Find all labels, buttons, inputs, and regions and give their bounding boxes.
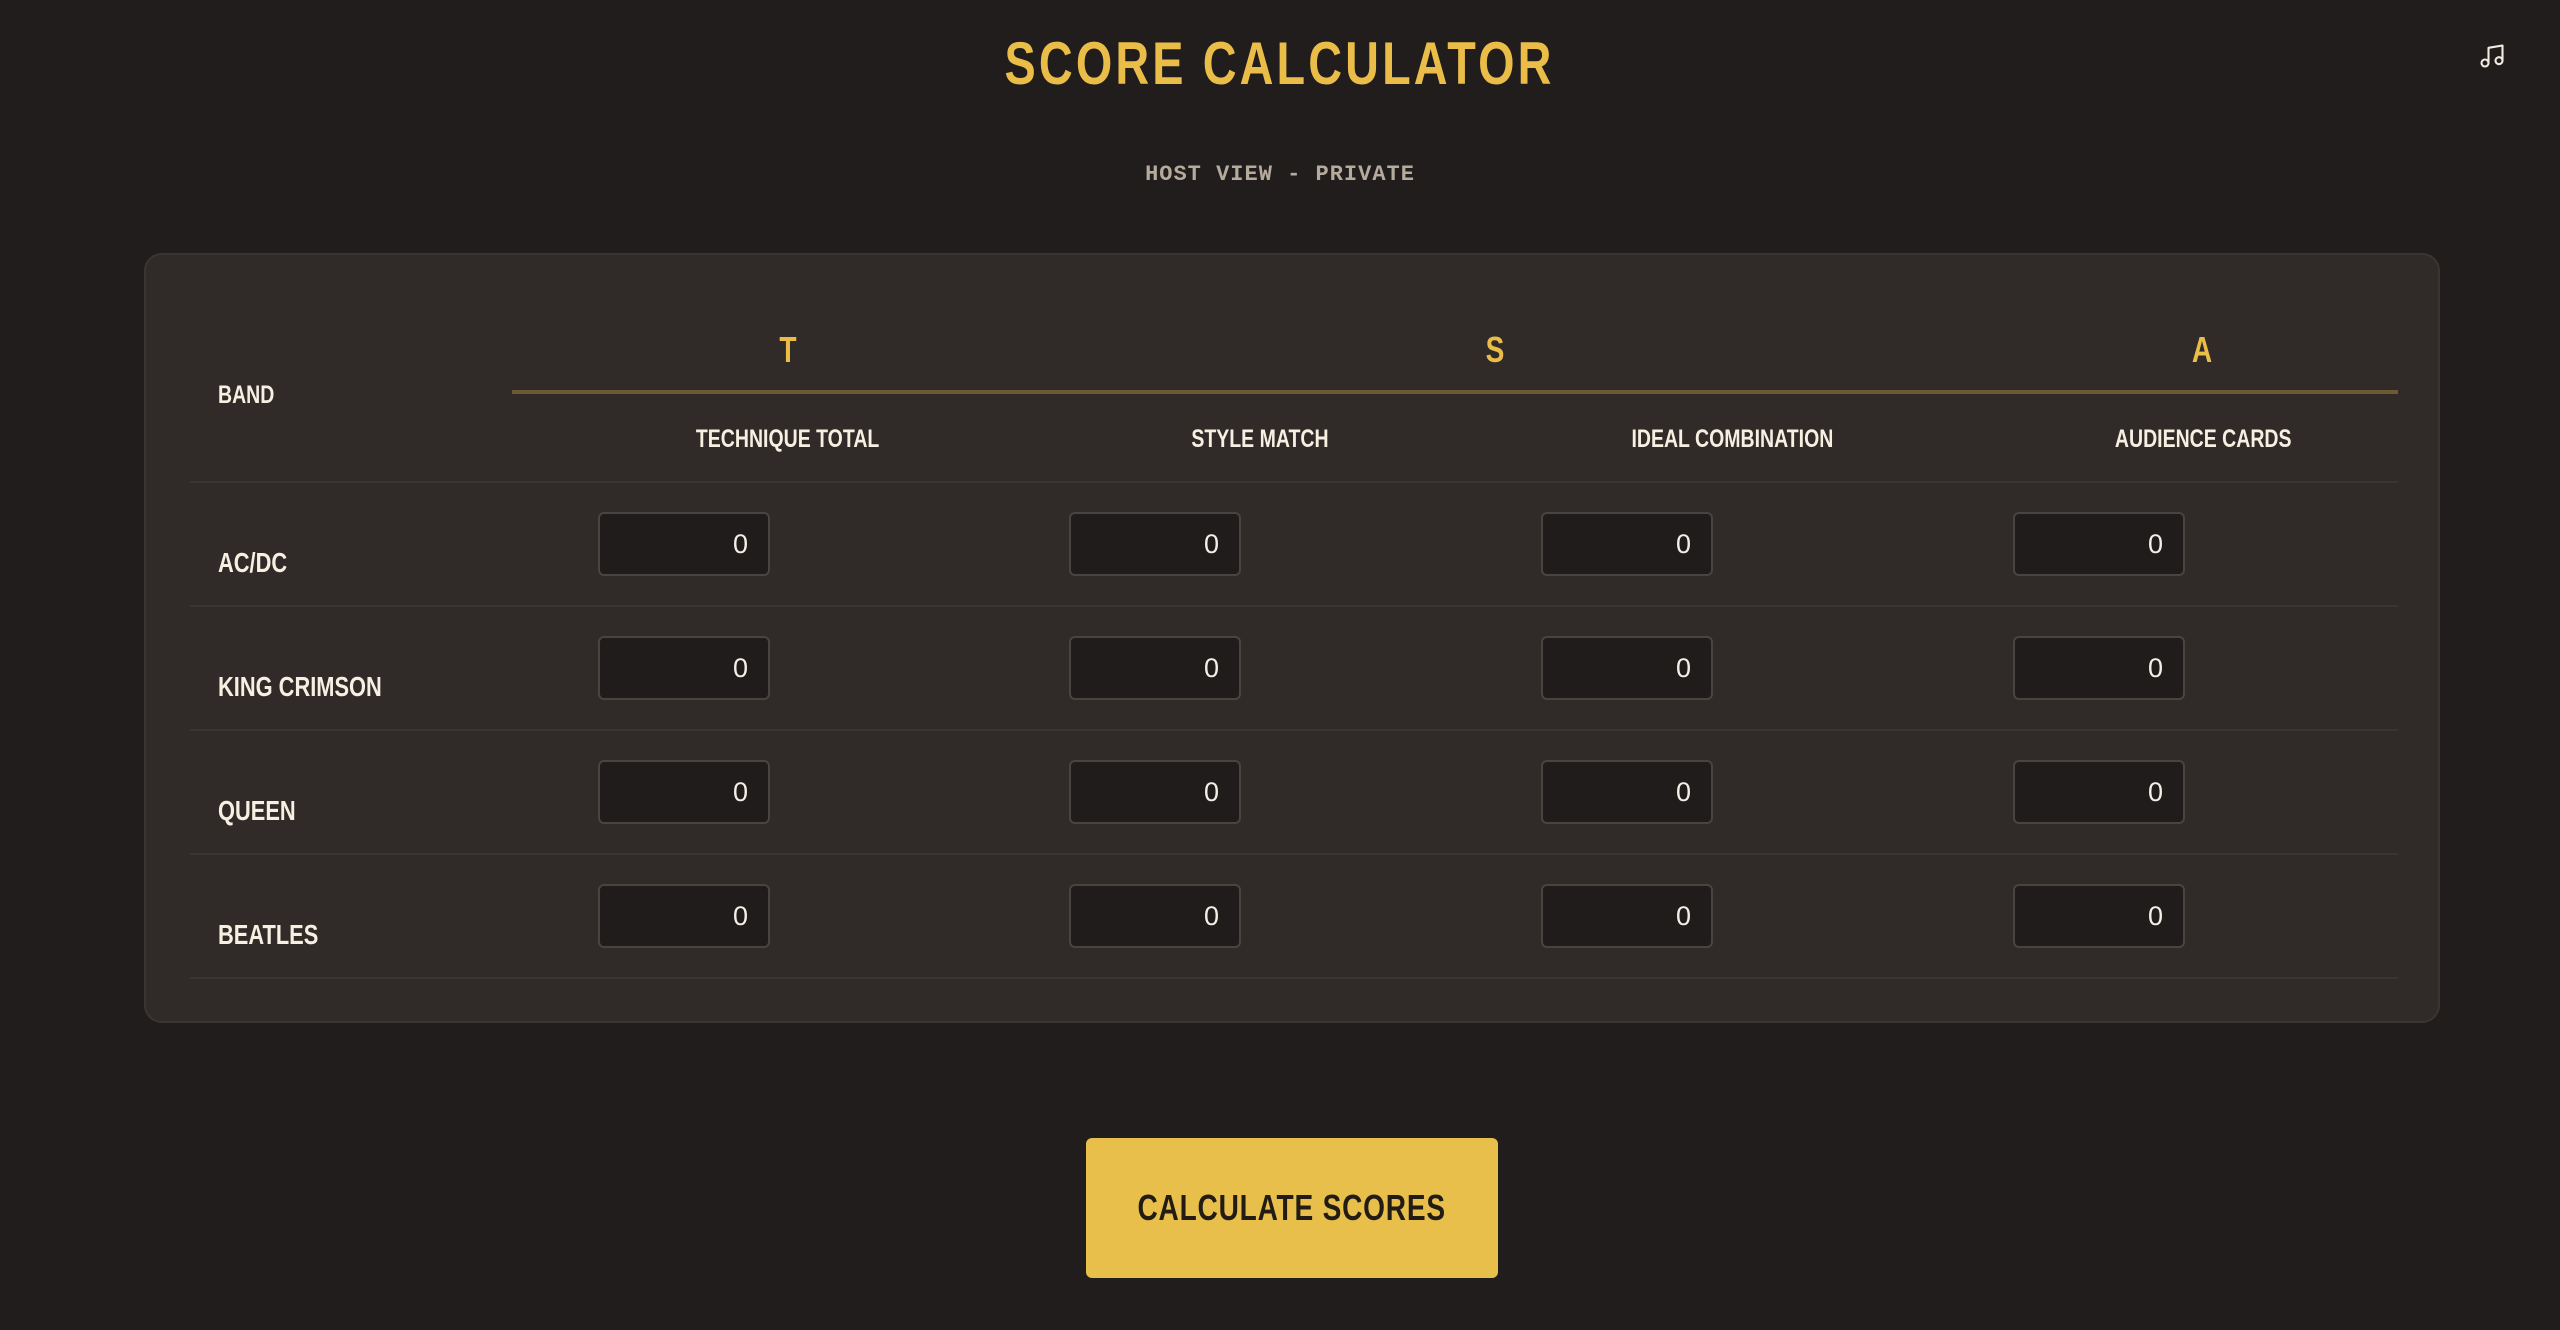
band-name-queen: QUEEN [218,795,296,826]
column-header-technique-total: TECHNIQUE TOTAL [696,425,880,453]
column-header-audience-cards: AUDIENCE CARDS [2114,425,2292,453]
calculate-scores-label: CALCULATE SCORES [1137,1187,1447,1228]
band-name-ac-dc: AC/DC [218,547,288,578]
ideal-combination-input-queen[interactable] [1541,760,1713,824]
page-title: SCORE CALCULATOR [1004,30,1555,97]
style-match-input-queen[interactable] [1069,760,1241,824]
row-divider [190,853,2398,855]
style-match-input-ac-dc[interactable] [1069,512,1241,576]
style-match-input-king-crimson[interactable] [1069,636,1241,700]
row-divider [190,605,2398,607]
music-note-icon [2480,44,2504,68]
audience-cards-input-beatles[interactable] [2013,884,2185,948]
group-divider-line [512,390,2398,394]
ideal-combination-input-ac-dc[interactable] [1541,512,1713,576]
column-header-ideal-combination: IDEAL COMBINATION [1631,425,1833,453]
column-header-style-match: STYLE MATCH [1191,425,1329,453]
technique-total-input-beatles[interactable] [598,884,770,948]
group-letter-a: A [2191,329,2213,370]
group-letter-s: S [1485,329,1505,370]
calculate-scores-button[interactable]: CALCULATE SCORES [1086,1138,1498,1278]
audience-cards-input-ac-dc[interactable] [2013,512,2185,576]
technique-total-input-king-crimson[interactable] [598,636,770,700]
music-toggle-button[interactable] [2472,36,2512,76]
style-match-input-beatles[interactable] [1069,884,1241,948]
row-divider [190,481,2398,483]
ideal-combination-input-beatles[interactable] [1541,884,1713,948]
band-name-king-crimson: KING CRIMSON [218,671,382,702]
audience-cards-input-king-crimson[interactable] [2013,636,2185,700]
host-view-subtitle: HOST VIEW - PRIVATE [1145,162,1415,187]
score-table-panel: BAND T S A TECHNIQUE TOTAL STYLE MATCH I… [144,253,2440,1023]
technique-total-input-queen[interactable] [598,760,770,824]
group-letter-t: T [779,329,797,370]
band-column-header: BAND [218,381,275,409]
band-name-beatles: BEATLES [218,919,319,950]
audience-cards-input-queen[interactable] [2013,760,2185,824]
technique-total-input-ac-dc[interactable] [598,512,770,576]
ideal-combination-input-king-crimson[interactable] [1541,636,1713,700]
row-divider [190,977,2398,979]
row-divider [190,729,2398,731]
